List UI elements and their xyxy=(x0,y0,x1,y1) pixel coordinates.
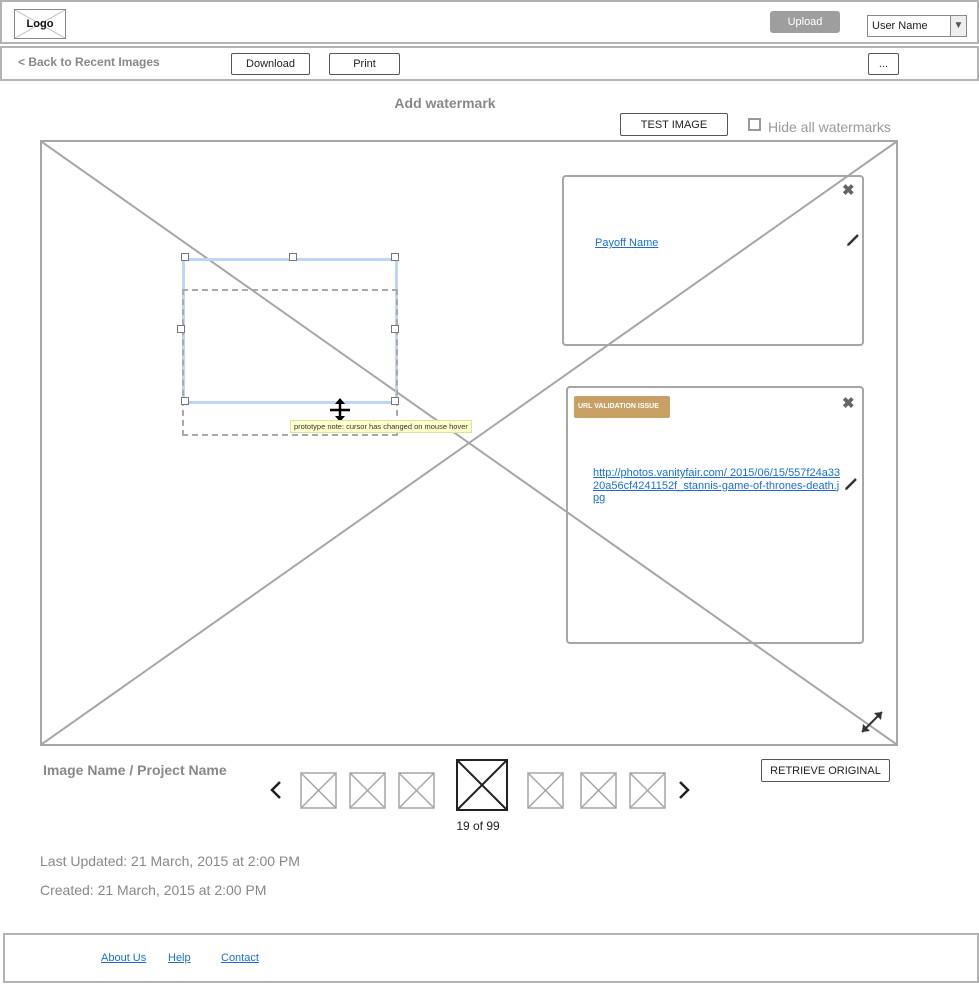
payoff-name-link[interactable]: Payoff Name xyxy=(595,237,658,249)
resize-handle-right[interactable] xyxy=(391,325,399,333)
resize-handle-top-right[interactable] xyxy=(391,253,399,261)
resize-handle-bottom-left[interactable] xyxy=(181,397,189,405)
fullscreen-expand-icon[interactable] xyxy=(858,708,886,736)
chevron-right-icon[interactable] xyxy=(676,780,692,800)
thumbnail[interactable] xyxy=(300,772,337,809)
image-url-link[interactable]: http://photos.vanityfair.com/ 2015/06/15… xyxy=(593,467,843,505)
thumbnail-current[interactable] xyxy=(456,759,508,811)
last-updated-text: Last Updated: 21 March, 2015 at 2:00 PM xyxy=(40,853,300,869)
user-name-label: User Name xyxy=(872,20,928,32)
thumbnail[interactable] xyxy=(629,772,666,809)
close-icon[interactable]: ✖ xyxy=(842,394,855,412)
move-cursor-icon xyxy=(330,398,350,422)
download-button[interactable]: Download xyxy=(231,53,310,75)
url-panel: ✖ URL VALIDATION ISSUE http://photos.van… xyxy=(566,386,864,644)
logo[interactable]: Logo xyxy=(14,9,66,39)
close-icon[interactable]: ✖ xyxy=(842,181,855,199)
more-options-button[interactable]: ... xyxy=(868,53,899,75)
created-text: Created: 21 March, 2015 at 2:00 PM xyxy=(40,882,267,898)
dropdown-arrow-icon[interactable]: ▼ xyxy=(950,16,966,36)
footer: About Us Help Contact xyxy=(3,933,979,983)
footer-link-help[interactable]: Help xyxy=(168,952,191,964)
chevron-left-icon[interactable] xyxy=(268,780,284,800)
footer-link-contact[interactable]: Contact xyxy=(221,952,259,964)
edit-pencil-icon[interactable] xyxy=(846,233,860,247)
prototype-note: prototype note: cursor has changed on mo… xyxy=(290,420,472,433)
test-image-button[interactable]: TEST IMAGE xyxy=(620,113,728,136)
thumbnail[interactable] xyxy=(398,772,435,809)
thumbnail[interactable] xyxy=(580,772,617,809)
back-to-recent-link[interactable]: < Back to Recent Images xyxy=(18,55,160,69)
resize-handle-top-left[interactable] xyxy=(181,253,189,261)
thumbnail[interactable] xyxy=(349,772,386,809)
header-bar: Logo Upload User Name ▼ xyxy=(0,0,979,44)
resize-handle-top[interactable] xyxy=(289,253,297,261)
payoff-panel: ✖ Payoff Name xyxy=(562,175,864,346)
print-button[interactable]: Print xyxy=(329,53,400,75)
retrieve-original-button[interactable]: RETRIEVE ORIGINAL xyxy=(761,759,890,782)
resize-handle-bottom-right[interactable] xyxy=(391,397,399,405)
toolbar: < Back to Recent Images Download Print .… xyxy=(0,46,979,81)
image-project-name: Image Name / Project Name xyxy=(43,762,227,778)
footer-link-about[interactable]: About Us xyxy=(101,952,146,964)
url-validation-badge: URL VALIDATION ISSUE xyxy=(574,396,670,418)
logo-label: Logo xyxy=(26,18,54,30)
resize-handle-left[interactable] xyxy=(177,325,185,333)
thumbnail[interactable] xyxy=(527,772,564,809)
image-counter: 19 of 99 xyxy=(456,819,500,833)
user-menu-select[interactable]: User Name ▼ xyxy=(867,15,967,37)
watermark-drag-outline xyxy=(182,289,398,436)
edit-pencil-icon[interactable] xyxy=(844,477,858,491)
hide-watermarks-label[interactable]: Hide all watermarks xyxy=(768,119,891,135)
page-title: Add watermark xyxy=(394,95,496,111)
hide-watermarks-checkbox[interactable] xyxy=(748,118,761,131)
upload-button[interactable]: Upload xyxy=(770,11,840,33)
